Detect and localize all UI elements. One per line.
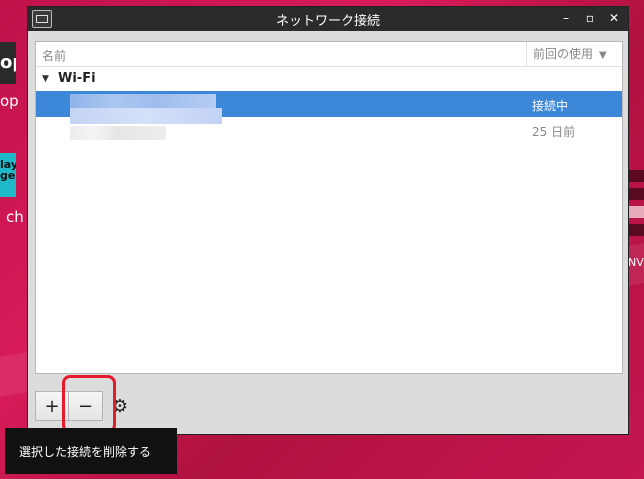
- expander-arrow-icon[interactable]: ▼: [42, 74, 49, 84]
- redacted-connection-name: [70, 94, 216, 108]
- desktop-right-graphic: [628, 170, 644, 242]
- connection-row[interactable]: 接続中: [36, 91, 622, 124]
- connection-status: 接続中: [532, 99, 569, 113]
- network-app-icon: [32, 10, 52, 28]
- connection-list: 名前 前回の使用 ▼ ▼ Wi-Fi 接続中 25 日前: [35, 41, 623, 374]
- network-connections-window: ネットワーク接続 – ▫ ✕ 名前 前回の使用 ▼ ▼ Wi-Fi 接続中 25 …: [27, 6, 629, 435]
- connection-row[interactable]: 25 日前: [36, 117, 622, 143]
- window-title: ネットワーク接続: [275, 13, 380, 29]
- column-header-last-used-label: 前回の使用: [533, 47, 594, 61]
- remove-connection-button[interactable]: −: [69, 391, 103, 421]
- desktop-right-label: NV: [628, 256, 644, 269]
- title-bar[interactable]: ネットワーク接続 – ▫ ✕: [28, 7, 628, 31]
- desktop-app-icon[interactable]: lay ge: [0, 153, 16, 197]
- desktop-icon-label: op: [0, 92, 19, 110]
- minimize-button[interactable]: –: [560, 11, 572, 25]
- desktop-icon-label: ch: [6, 208, 24, 226]
- redacted-connection-name: [70, 126, 166, 140]
- gear-icon[interactable]: ⚙: [103, 391, 137, 421]
- sort-arrow-icon: ▼: [599, 50, 607, 61]
- add-connection-button[interactable]: +: [35, 391, 69, 421]
- maximize-button[interactable]: ▫: [584, 11, 596, 25]
- tooltip-text: 選択した接続を削除する: [19, 444, 152, 459]
- connection-last-used: 25 日前: [532, 125, 576, 139]
- bottom-toolbar: + − ⚙: [35, 391, 137, 421]
- tooltip: 選択した接続を削除する: [5, 428, 177, 474]
- column-header-last-used[interactable]: 前回の使用 ▼: [526, 42, 623, 66]
- column-header-name[interactable]: 名前: [42, 47, 66, 64]
- group-wifi[interactable]: ▼ Wi-Fi: [36, 67, 622, 91]
- list-header: 名前 前回の使用 ▼: [36, 42, 622, 67]
- close-button[interactable]: ✕: [608, 11, 620, 25]
- desktop-app-icon[interactable]: op: [0, 42, 16, 84]
- group-label: Wi-Fi: [58, 71, 96, 86]
